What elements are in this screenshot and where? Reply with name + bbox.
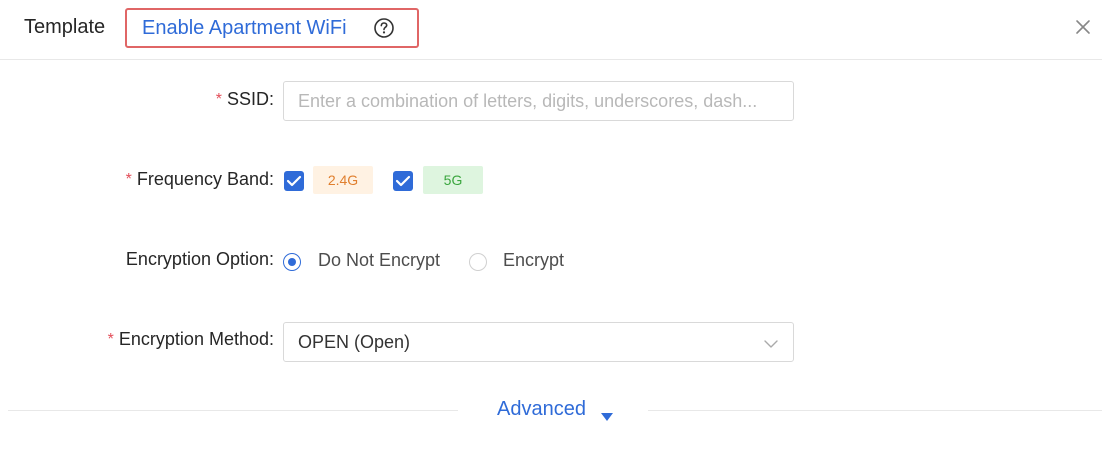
encryption-method-value: OPEN (Open) [298, 332, 411, 352]
encryption-option-label-row: Encryption Option: [126, 249, 274, 270]
encryption-method-label: Encryption Method: [118, 329, 274, 349]
dialog-title: Enable Apartment WiFi [142, 17, 347, 39]
title-highlight-box: Enable Apartment WiFi [125, 8, 419, 48]
encrypt-label[interactable]: Encrypt [503, 250, 564, 271]
advanced-toggle[interactable]: Advanced [497, 398, 613, 421]
encryption-method-label-row: * Encryption Method: [108, 329, 274, 350]
divider-left [8, 410, 458, 411]
band-2-4g-tag: 2.4G [313, 166, 373, 194]
ssid-input[interactable] [284, 82, 788, 120]
do-not-encrypt-radio[interactable] [283, 253, 301, 271]
required-mark: * [125, 171, 132, 188]
ssid-field[interactable] [283, 81, 794, 121]
ssid-label-row: * SSID: [216, 89, 274, 110]
frequency-band-label-row: * Frequency Band: [126, 169, 274, 190]
wifi-template-dialog: Template Enable Apartment WiFi *SSID: *F… [0, 0, 1102, 459]
advanced-label: Advanced [497, 398, 586, 420]
encryption-method-select[interactable]: OPEN (Open) [283, 322, 794, 362]
close-icon[interactable] [1073, 17, 1093, 37]
required-mark: * [215, 91, 222, 108]
divider-right [648, 410, 1102, 411]
do-not-encrypt-label[interactable]: Do Not Encrypt [318, 250, 440, 271]
band-5g-tag: 5G [423, 166, 483, 194]
band-2-4g-checkbox[interactable] [284, 171, 304, 191]
chevron-down-icon [764, 336, 778, 354]
question-circle-icon[interactable] [373, 17, 395, 39]
band-5g-checkbox[interactable] [393, 171, 413, 191]
encrypt-radio[interactable] [469, 253, 487, 271]
frequency-band-label: Frequency Band: [136, 169, 274, 189]
ssid-label: SSID: [226, 89, 274, 109]
template-label: Template [24, 16, 106, 38]
dialog-header: Template Enable Apartment WiFi [0, 0, 1102, 60]
caret-down-icon [600, 405, 614, 428]
encryption-option-label: Encryption Option: [125, 249, 274, 269]
required-mark: * [107, 331, 114, 348]
